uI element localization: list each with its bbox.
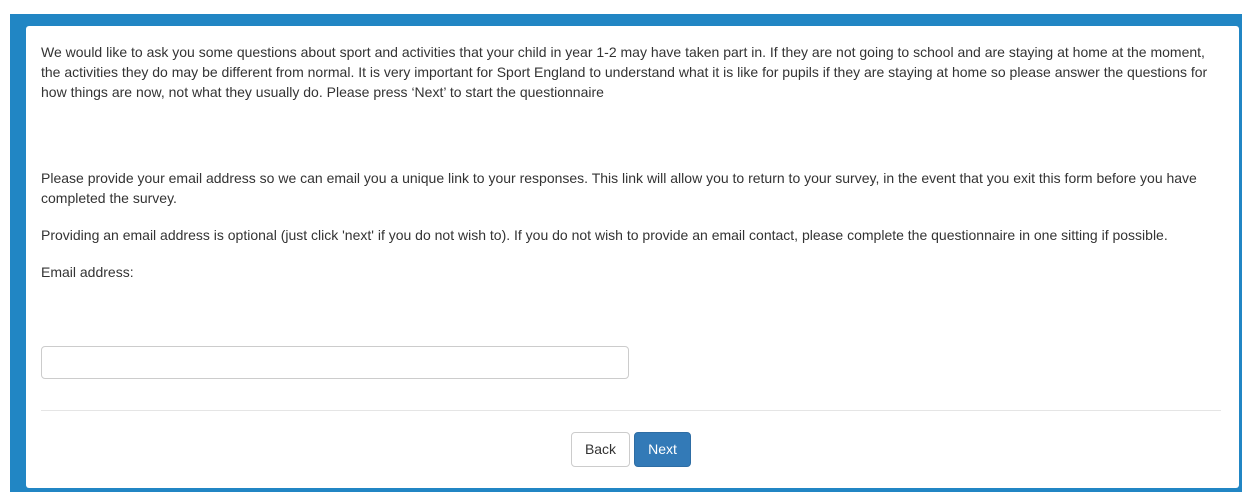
email-info-text: Please provide your email address so we …: [41, 170, 1197, 206]
next-button[interactable]: Next: [634, 432, 691, 467]
optional-info-text: Providing an email address is optional (…: [41, 227, 1168, 243]
email-input[interactable]: [41, 346, 629, 379]
survey-panel: We would like to ask you some questions …: [26, 26, 1239, 488]
email-label: Email address:: [41, 264, 134, 280]
back-button[interactable]: Back: [571, 432, 630, 467]
page-frame: We would like to ask you some questions …: [10, 14, 1242, 492]
footer-divider: [41, 410, 1221, 411]
intro-text: We would like to ask you some questions …: [41, 44, 1208, 100]
survey-content: We would like to ask you some questions …: [41, 42, 1221, 282]
